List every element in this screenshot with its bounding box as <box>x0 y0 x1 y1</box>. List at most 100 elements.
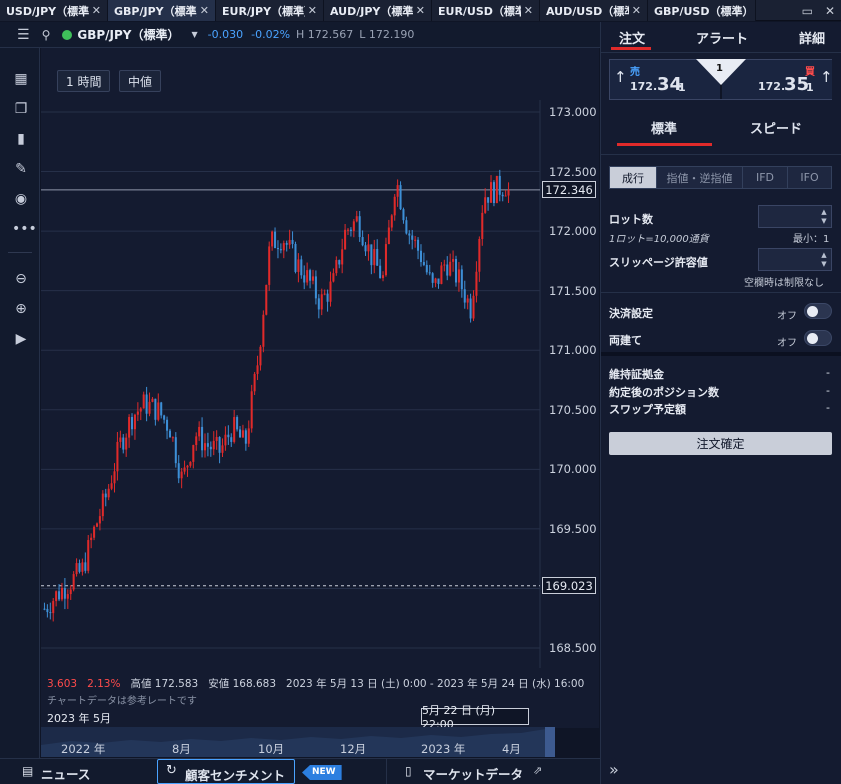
tab-gbpusd[interactable]: GBP/USD（標準） <box>648 0 756 21</box>
market-data-button[interactable]: マーケットデータ <box>423 764 523 783</box>
order-type-ifo[interactable]: IFO <box>787 167 831 188</box>
candle-body <box>379 265 382 279</box>
divider <box>601 52 841 53</box>
candle-body <box>431 273 434 283</box>
candle-body <box>192 445 195 462</box>
navigator-label: 8月 <box>172 742 191 756</box>
candle-body <box>323 293 326 295</box>
lot-label: ロット数 <box>609 213 653 226</box>
candlestick-chart[interactable] <box>0 0 600 728</box>
candle-body <box>60 588 63 600</box>
y-tick: 173.000 <box>549 105 597 119</box>
candle-body <box>428 272 431 274</box>
candle-body <box>81 562 84 572</box>
order-type-market[interactable]: 成行 <box>610 167 656 188</box>
candle-body <box>195 436 198 446</box>
candle-body <box>405 220 408 234</box>
candle-body <box>279 249 282 251</box>
candle-body <box>177 463 180 479</box>
candle-body <box>133 414 136 430</box>
tab-order[interactable]: 注文 <box>619 28 645 47</box>
candle-body <box>344 229 347 250</box>
candle-body <box>408 233 411 236</box>
candle-body <box>186 465 189 468</box>
candle-body <box>142 394 145 409</box>
candle-body <box>317 298 320 310</box>
candle-body <box>227 434 230 438</box>
range-navigator[interactable] <box>41 727 555 757</box>
swap-value: - <box>826 401 830 414</box>
slippage-input[interactable]: ▲ ▼ <box>758 248 832 271</box>
candle-body <box>478 238 481 272</box>
candle-body <box>104 493 107 498</box>
candle-body <box>457 269 460 283</box>
candle-body <box>492 182 495 204</box>
y-tick: 172.500 <box>549 165 597 179</box>
lot-input[interactable]: ▲ ▼ <box>758 205 832 228</box>
y-tick: 171.500 <box>549 284 597 298</box>
candle-body <box>55 591 58 602</box>
maximize-icon[interactable]: ▭ <box>802 4 813 18</box>
candle-body <box>311 276 315 281</box>
info-low: 168.683 <box>232 678 276 690</box>
quote-box: ↑ 売 172. 34 1 買 172. 35 1 ↑ 1 <box>609 59 833 100</box>
collapse-icon[interactable]: » <box>609 760 619 779</box>
candle-body <box>253 373 256 392</box>
close-icon[interactable]: ✕ <box>632 4 641 17</box>
close-window-icon[interactable]: ✕ <box>825 4 835 18</box>
candle-body <box>180 471 183 479</box>
date-label: 2023 年 5月 <box>47 712 111 725</box>
candle-body <box>206 443 209 447</box>
candle-body <box>241 430 244 438</box>
new-badge: NEW <box>302 765 342 780</box>
sell-price-prefix: 172. <box>630 80 658 93</box>
candle-body <box>101 493 104 517</box>
increment-icon[interactable]: ▲ <box>819 251 829 260</box>
mode-tab-standard[interactable]: 標準 <box>651 118 677 137</box>
tab-alert[interactable]: アラート <box>696 28 748 47</box>
decrement-icon[interactable]: ▼ <box>819 260 829 269</box>
order-type-ifd[interactable]: IFD <box>742 167 787 188</box>
candle-body <box>58 591 61 600</box>
candle-body <box>49 612 52 614</box>
candle-body <box>265 284 268 315</box>
settle-toggle[interactable] <box>804 303 832 319</box>
current-price-label: 172.346 <box>542 181 596 198</box>
hedge-toggle[interactable] <box>804 330 832 346</box>
sentiment-button[interactable]: ↻ 顧客センチメント <box>157 759 295 784</box>
decrement-icon[interactable]: ▼ <box>819 217 829 226</box>
window-controls: ▭ ✕ <box>802 0 835 21</box>
news-icon: ▤ <box>22 764 34 778</box>
candle-body <box>174 437 177 464</box>
candle-body <box>370 244 373 266</box>
candle-body <box>346 229 350 231</box>
info-low-label: 安値 <box>208 678 230 690</box>
candle-body <box>52 601 55 614</box>
candle-body <box>481 212 484 239</box>
candle-body <box>203 443 207 451</box>
mode-tab-speed[interactable]: スピード <box>750 118 802 137</box>
candle-body <box>63 588 66 599</box>
tab-label: GBP/USD（標準） <box>654 4 749 18</box>
confirm-order-button[interactable]: 注文確定 <box>609 432 832 455</box>
candle-body <box>475 271 478 296</box>
candle-body <box>43 608 46 610</box>
candle-body <box>335 260 338 274</box>
candle-body <box>425 264 428 273</box>
candle-body <box>75 563 78 575</box>
news-button[interactable]: ニュース <box>41 764 90 783</box>
candle-body <box>414 239 417 241</box>
spread-value: 1 <box>716 63 723 74</box>
order-type-limit[interactable]: 指値・逆指値 <box>656 167 742 188</box>
candle-body <box>355 216 358 222</box>
increment-icon[interactable]: ▲ <box>819 208 829 217</box>
tab-detail[interactable]: 詳細 <box>799 28 825 47</box>
external-link-icon: ⇗ <box>533 764 543 777</box>
navigator-handle[interactable] <box>545 727 555 757</box>
navigator-label: 2022 年 <box>61 742 106 756</box>
up-arrow-icon: ↑ <box>820 68 833 86</box>
candle-body <box>148 401 151 414</box>
candle-body <box>98 516 101 524</box>
candle-body <box>446 264 449 276</box>
refresh-icon: ↻ <box>166 763 177 778</box>
